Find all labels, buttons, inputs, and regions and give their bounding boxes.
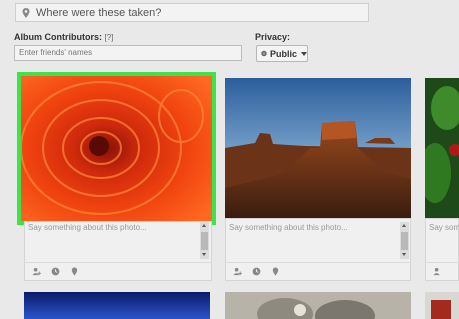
album-contributors-label: Album Contributors: [?] xyxy=(14,32,113,42)
photo-toolbar xyxy=(225,263,411,279)
tag-person-icon[interactable] xyxy=(32,267,41,276)
contributors-placeholder: Enter friends' names xyxy=(19,48,93,57)
album-contributors-label-text: Album Contributors: xyxy=(14,32,102,42)
contributors-input[interactable]: Enter friends' names xyxy=(14,45,242,61)
leaves-photo xyxy=(425,78,459,218)
photo-toolbar xyxy=(24,263,212,279)
privacy-dropdown[interactable]: Public xyxy=(256,45,308,62)
caption-input[interactable]: Say something about this photo... xyxy=(429,223,459,232)
caption-input[interactable]: Say something about this photo... xyxy=(229,223,348,232)
photo-thumbnail-koala[interactable] xyxy=(225,292,411,319)
koala-photo xyxy=(225,292,411,319)
help-link[interactable]: [?] xyxy=(105,33,114,42)
chevron-down-icon xyxy=(301,51,307,56)
scrollbar-thumb[interactable] xyxy=(201,232,208,250)
photo-thumbnail-desert[interactable] xyxy=(225,78,411,218)
desert-photo xyxy=(225,78,411,218)
scrollbar-thumb[interactable] xyxy=(401,232,408,250)
selected-photo-highlight xyxy=(17,72,216,225)
tag-person-icon[interactable] xyxy=(233,267,242,276)
privacy-value: Public xyxy=(269,48,297,59)
privacy-label: Privacy: xyxy=(255,32,291,42)
location-placeholder: Where were these taken? xyxy=(36,6,162,19)
location-input[interactable]: Where were these taken? xyxy=(15,3,369,22)
photo-thumbnail-leaves[interactable] xyxy=(425,78,459,218)
scroll-up-icon[interactable] xyxy=(202,224,206,227)
location-icon[interactable] xyxy=(70,266,79,276)
caption-input[interactable]: Say something about this photo... xyxy=(28,223,147,232)
caption-scrollbar[interactable] xyxy=(400,222,409,259)
date-icon[interactable] xyxy=(252,267,261,276)
photo-thumbnail-building[interactable] xyxy=(425,292,459,319)
scroll-up-icon[interactable] xyxy=(402,224,406,227)
location-pin-icon xyxy=(22,7,30,18)
scroll-down-icon[interactable] xyxy=(402,253,406,256)
tag-person-icon[interactable] xyxy=(433,267,442,276)
scroll-down-icon[interactable] xyxy=(202,253,206,256)
globe-icon xyxy=(261,50,267,57)
photo-toolbar xyxy=(425,263,459,279)
date-icon[interactable] xyxy=(51,267,60,276)
building-photo xyxy=(425,292,459,319)
caption-scrollbar[interactable] xyxy=(200,222,209,259)
photo-thumbnail-night-sky[interactable] xyxy=(24,292,210,319)
night-sky-photo xyxy=(24,292,210,319)
location-icon[interactable] xyxy=(271,266,280,276)
